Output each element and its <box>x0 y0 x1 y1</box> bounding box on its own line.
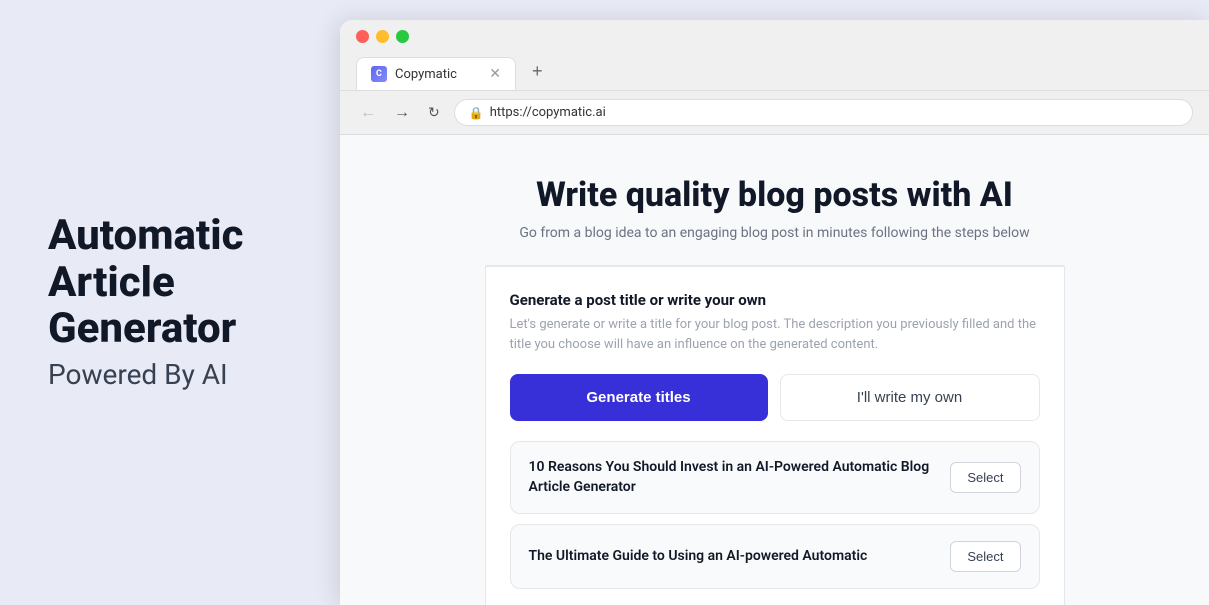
select-button-2[interactable]: Select <box>950 541 1020 572</box>
action-buttons: Generate titles I'll write my own <box>510 374 1040 421</box>
page-subtitle: Go from a blog idea to an engaging blog … <box>519 225 1029 241</box>
url-bar[interactable]: 🔒 https://copymatic.ai <box>454 99 1193 126</box>
browser-page: Write quality blog posts with AI Go from… <box>340 135 1209 605</box>
url-text: https://copymatic.ai <box>490 105 606 120</box>
title-card-2: The Ultimate Guide to Using an AI-powere… <box>510 524 1040 589</box>
write-own-button[interactable]: I'll write my own <box>780 374 1040 421</box>
new-tab-button[interactable]: + <box>520 53 555 90</box>
title-text-1: 10 Reasons You Should Invest in an AI-Po… <box>529 458 935 497</box>
traffic-lights <box>356 30 1193 43</box>
left-panel: Automatic Article Generator Powered By A… <box>0 0 340 605</box>
title-card-1: 10 Reasons You Should Invest in an AI-Po… <box>510 441 1040 514</box>
forward-button[interactable]: → <box>390 102 414 124</box>
title-options: 10 Reasons You Should Invest in an AI-Po… <box>510 441 1040 589</box>
headline-text: Automatic Article Generator <box>48 213 243 352</box>
copymatic-icon: C <box>371 66 387 82</box>
browser-window: C Copymatic ✕ + ← → ↻ 🔒 https://copymati… <box>340 20 1209 605</box>
tab-close-button[interactable]: ✕ <box>489 66 501 82</box>
select-button-1[interactable]: Select <box>950 462 1020 493</box>
subtitle-text: Powered By AI <box>48 358 243 392</box>
traffic-light-yellow[interactable] <box>376 30 389 43</box>
back-button[interactable]: ← <box>356 102 380 124</box>
page-title: Write quality blog posts with AI <box>536 175 1013 215</box>
content-card: Generate a post title or write your own … <box>485 267 1065 605</box>
traffic-light-green[interactable] <box>396 30 409 43</box>
browser-tab[interactable]: C Copymatic ✕ <box>356 57 516 90</box>
tab-label: Copymatic <box>395 67 457 82</box>
refresh-button[interactable]: ↻ <box>424 102 444 123</box>
tab-bar: C Copymatic ✕ + <box>356 53 1193 90</box>
card-description: Let's generate or write a title for your… <box>510 315 1040 354</box>
generate-titles-button[interactable]: Generate titles <box>510 374 768 421</box>
browser-chrome: C Copymatic ✕ + <box>340 20 1209 91</box>
title-text-2: The Ultimate Guide to Using an AI-powere… <box>529 547 935 567</box>
address-bar: ← → ↻ 🔒 https://copymatic.ai <box>340 91 1209 135</box>
traffic-light-red[interactable] <box>356 30 369 43</box>
lock-icon: 🔒 <box>469 106 484 120</box>
card-heading: Generate a post title or write your own <box>510 291 1040 309</box>
